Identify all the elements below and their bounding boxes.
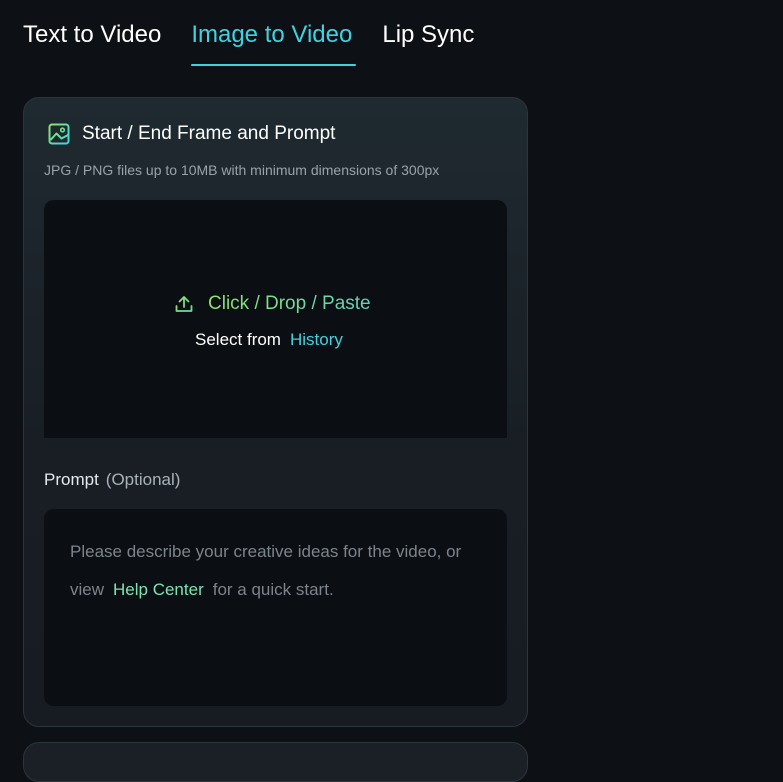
prompt-input[interactable]: Please describe your creative ideas for … bbox=[44, 509, 507, 706]
prompt-label: Prompt (Optional) bbox=[44, 470, 180, 490]
next-card bbox=[23, 742, 528, 782]
mode-tabs: Text to Video Image to Video Lip Sync bbox=[23, 0, 474, 68]
placeholder-text-after: for a quick start. bbox=[212, 580, 334, 599]
history-link[interactable]: History bbox=[290, 330, 343, 350]
file-requirements: JPG / PNG files up to 10MB with minimum … bbox=[44, 162, 440, 178]
frame-prompt-card: Start / End Frame and Prompt JPG / PNG f… bbox=[23, 97, 528, 727]
prompt-placeholder: Please describe your creative ideas for … bbox=[70, 533, 490, 609]
image-icon bbox=[48, 123, 70, 145]
select-from-history: Select from History bbox=[195, 330, 343, 350]
card-title: Start / End Frame and Prompt bbox=[82, 123, 336, 144]
tab-text-to-video[interactable]: Text to Video bbox=[23, 0, 161, 68]
upload-dropzone[interactable]: Click / Drop / Paste Select from History bbox=[44, 200, 507, 438]
upload-action[interactable]: Click / Drop / Paste bbox=[174, 292, 371, 316]
select-from-label: Select from bbox=[195, 330, 281, 349]
prompt-optional-text: (Optional) bbox=[105, 470, 181, 489]
prompt-label-text: Prompt bbox=[44, 470, 99, 489]
help-center-link[interactable]: Help Center bbox=[113, 580, 204, 599]
upload-action-text: Click / Drop / Paste bbox=[208, 293, 371, 314]
upload-icon bbox=[175, 296, 193, 312]
tab-image-to-video[interactable]: Image to Video bbox=[191, 0, 357, 68]
tab-lip-sync[interactable]: Lip Sync bbox=[382, 0, 474, 68]
card-header: Start / End Frame and Prompt bbox=[47, 122, 335, 146]
